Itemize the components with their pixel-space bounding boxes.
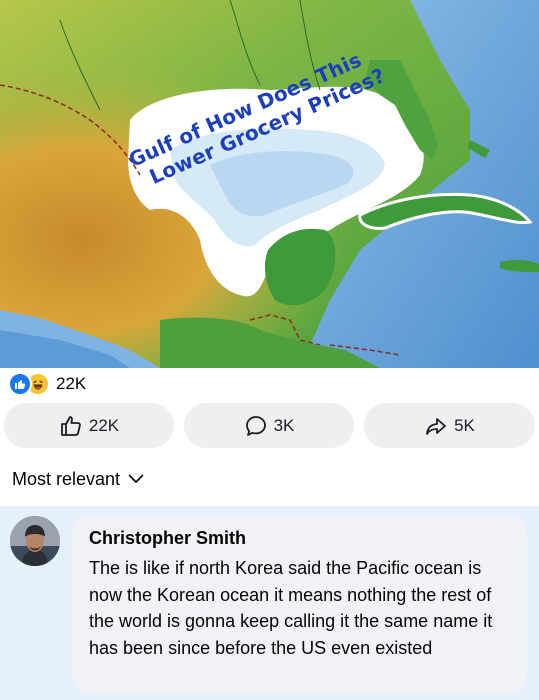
- post-image-map[interactable]: Gulf of How Does This Lower Grocery Pric…: [0, 0, 539, 368]
- comment-sort-dropdown[interactable]: Most relevant: [12, 467, 144, 491]
- comment-list: Christopher Smith The is like if north K…: [0, 506, 539, 700]
- comment-text: The is like if north Korea said the Paci…: [89, 558, 493, 658]
- like-button[interactable]: 22K: [4, 403, 174, 448]
- comment-bubble-icon: [245, 415, 266, 436]
- chevron-down-icon: [128, 474, 144, 483]
- comment-author[interactable]: Christopher Smith: [89, 528, 246, 549]
- like-count: 22K: [88, 415, 120, 435]
- share-count: 5K: [454, 415, 475, 435]
- like-reaction-icon: [8, 372, 32, 396]
- reaction-summary[interactable]: 22K: [8, 372, 87, 396]
- thumbs-up-icon: [60, 415, 81, 436]
- sort-label: Most relevant: [12, 468, 121, 489]
- comment-count: 3K: [273, 415, 295, 435]
- comment-bubble: Christopher Smith The is like if north K…: [72, 516, 527, 694]
- share-button[interactable]: 5K: [364, 403, 535, 448]
- reaction-count: 22K: [56, 374, 87, 393]
- map-graphic: [0, 0, 539, 368]
- post-actions: 22K 3K 5K: [4, 403, 535, 448]
- share-arrow-icon: [426, 417, 446, 435]
- avatar[interactable]: [10, 516, 60, 566]
- comment-button[interactable]: 3K: [184, 403, 354, 448]
